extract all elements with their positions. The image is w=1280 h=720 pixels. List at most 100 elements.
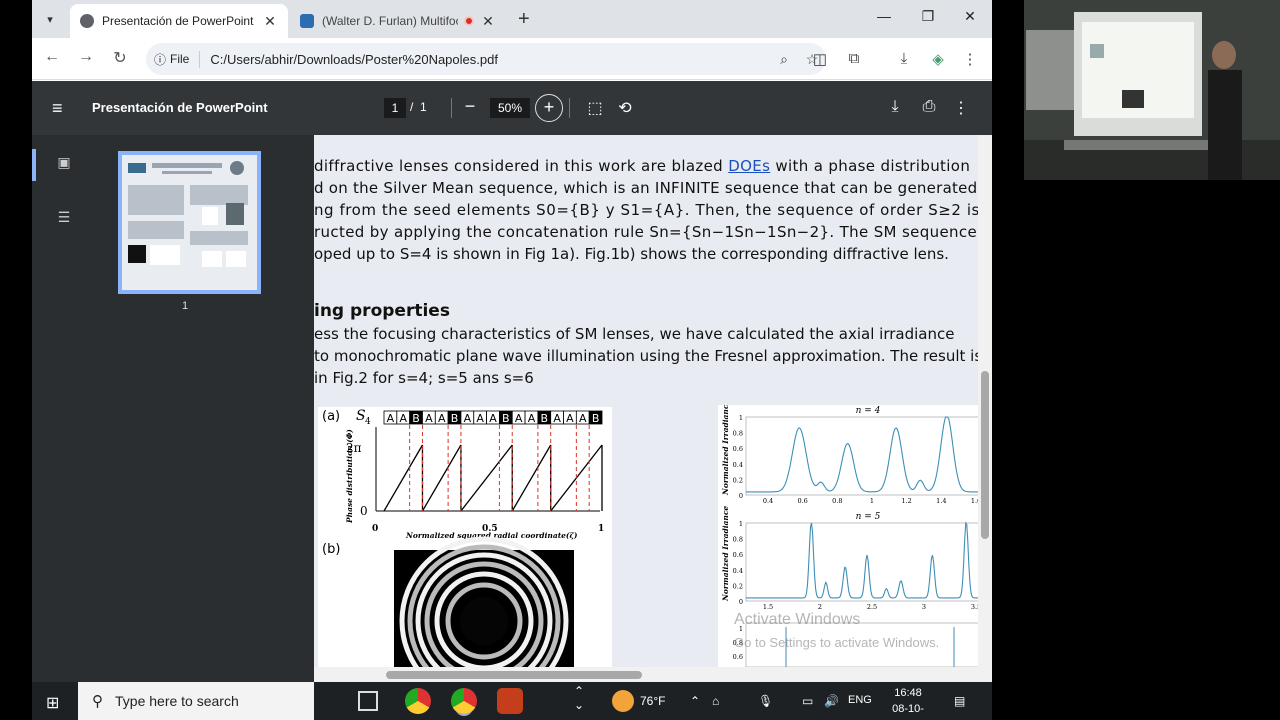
body-line: ng from the seed elements S0={B} y S1={A… [314, 201, 980, 219]
language-indicator[interactable]: ENG [848, 694, 872, 706]
thumb-figure-block [150, 245, 180, 265]
hamburger-menu-icon[interactable]: ≡ [52, 98, 63, 119]
plot-n5-x-tick: 2 [818, 603, 822, 611]
reload-icon[interactable]: ↻ [108, 48, 132, 68]
tray-chevron-icon[interactable]: ⌃ [690, 694, 700, 708]
pdf-document-view[interactable]: diffractive lenses considered in this wo… [314, 135, 992, 667]
table [1064, 140, 1214, 150]
y-axis-label: Phase distribution (Φ) [345, 429, 354, 524]
menu-dots-icon[interactable]: ⋮ [958, 50, 982, 68]
browser-window: ▾ Presentación de PowerPoint ✕ (Walter D… [32, 0, 992, 682]
weather-temp[interactable]: 76°F [640, 694, 665, 708]
tray-microphone-icon[interactable]: 🎙 [758, 694, 773, 708]
search-icon: ⚲ [92, 693, 103, 710]
address-bar[interactable]: ⓘ File C:/Users/abhir/Downloads/Poster%2… [146, 43, 826, 75]
forward-icon[interactable]: → [74, 48, 98, 66]
chrome-icon[interactable] [405, 688, 431, 714]
sequence-cell-label: B [541, 412, 549, 425]
page-thumbnail[interactable] [118, 151, 261, 294]
close-window-icon[interactable]: ✕ [950, 8, 990, 25]
thumb-image-block [202, 207, 218, 225]
plot-n4-y-tick: 0 [739, 492, 743, 500]
tab-search-icon[interactable]: ▾ [38, 8, 62, 30]
plot-n4-y-label: Normalized Irradiance [721, 405, 730, 496]
plot-n4-frame [745, 416, 989, 496]
zoom-out-icon[interactable]: − [458, 96, 482, 117]
taskbar-search[interactable]: ⚲ Type here to search [78, 682, 314, 720]
plot-n4-y-tick: 0.2 [733, 476, 743, 484]
plot-n5-y-tick: 1 [739, 520, 743, 528]
rotate-icon[interactable]: ⟲ [614, 98, 636, 118]
sequence-cell-label: A [553, 412, 561, 425]
zoom-icon[interactable]: ⌕ [770, 51, 798, 68]
body-line: ructed by applying the concatenation rul… [314, 223, 978, 241]
thumb-header-block [128, 163, 146, 173]
camera-icon[interactable]: ◫ [808, 50, 832, 68]
powerpoint-icon[interactable] [497, 688, 523, 714]
tab-active[interactable]: Presentación de PowerPoint ✕ [70, 4, 288, 38]
body-line: in Fig.2 for s=4; s=5 ans s=6 [314, 369, 534, 387]
presenter-body [1208, 70, 1242, 180]
fit-page-icon[interactable]: ⬚ [584, 98, 606, 118]
pdf-title: Presentación de PowerPoint [92, 100, 268, 115]
vertical-scrollbar[interactable] [978, 135, 992, 667]
body-line: to monochromatic plane wave illumination… [314, 347, 983, 365]
clock-date: 08-10-2024 [892, 703, 924, 720]
page-count: / 1 [410, 100, 427, 114]
plot-n5-title: n = 5 [856, 512, 881, 522]
sequence-cell-label: A [425, 412, 433, 425]
activate-windows-title: Activate Windows [734, 611, 861, 628]
chrome-active-icon[interactable] [451, 688, 477, 714]
webcam-scene [1024, 0, 1280, 180]
extensions-icon[interactable]: ⧉ [842, 50, 866, 67]
sequence-cell-label: B [502, 412, 510, 425]
tray-volume-icon[interactable]: 🔊 [824, 694, 839, 708]
plot-n5-x-tick: 3 [922, 603, 926, 611]
clock[interactable]: 16:48 08-10-2024 [880, 685, 936, 720]
new-tab-icon[interactable]: + [518, 8, 530, 31]
site-info-chip[interactable]: ⓘ File [154, 50, 201, 68]
task-view-icon[interactable] [358, 691, 378, 711]
plot-n4-x-tick: 0.8 [832, 497, 842, 505]
tab-inactive[interactable]: (Walter D. Furlan) Multifocal ✕ [290, 4, 506, 38]
tray-display-icon[interactable]: ▭ [802, 694, 813, 708]
phase-ramp [511, 444, 552, 512]
sequence-cell-label: A [476, 412, 484, 425]
plot-n4-x-tick: 0.4 [763, 497, 773, 505]
more-options-icon[interactable]: ⋮ [950, 98, 972, 118]
tab-title: Presentación de PowerPoint [102, 14, 254, 28]
zoom-input[interactable]: 50% [490, 98, 530, 118]
windows-start-icon[interactable]: ⊞ [46, 693, 59, 713]
download-pdf-icon[interactable]: ⤓ [884, 98, 906, 116]
back-icon[interactable]: ← [40, 48, 64, 66]
sequence-cell-label: B [412, 412, 420, 425]
thumbnails-icon[interactable]: ▣ [54, 154, 74, 174]
sequence-cell-label: A [387, 412, 395, 425]
plot-n5-x-tick: 2.5 [867, 603, 877, 611]
tab-strip: ▾ Presentación de PowerPoint ✕ (Walter D… [32, 0, 992, 38]
profile-icon[interactable]: ◈ [926, 50, 950, 68]
vertical-scroll-thumb[interactable] [981, 371, 989, 539]
body-line: oped up to S=4 is shown in Fig 1a). Fig.… [314, 245, 949, 263]
sequence-cell-label: B [451, 412, 459, 425]
restore-icon[interactable]: ❐ [908, 8, 948, 25]
outline-icon[interactable]: ☰ [54, 209, 74, 229]
close-tab-icon[interactable]: ✕ [480, 13, 496, 30]
phase-ramp [421, 444, 462, 512]
horizontal-scroll-thumb[interactable] [386, 671, 642, 679]
windows-taskbar: ⊞ ⚲ Type here to search ⌃ ⌄ 76°F ⌃ ⌂ 🎙 ▭ … [32, 682, 992, 720]
site-favicon-icon [300, 14, 314, 28]
page-number-input[interactable]: 1 [384, 98, 406, 118]
download-icon[interactable]: ⤓ [892, 50, 916, 67]
divider [451, 98, 452, 118]
minimize-icon[interactable]: — [864, 8, 904, 24]
sequence-cells: AABAABAAABAABAAAB [383, 410, 603, 425]
print-icon[interactable]: ⎙ [918, 98, 940, 116]
does-link[interactable]: DOEs [728, 157, 770, 175]
show-hidden-icons[interactable]: ⌃ ⌄ [574, 684, 584, 712]
close-tab-icon[interactable]: ✕ [262, 13, 278, 30]
tray-network-icon[interactable]: ⌂ [712, 694, 719, 708]
zoom-in-icon[interactable]: + [535, 94, 563, 122]
notifications-icon[interactable]: ▤ [954, 694, 965, 708]
horizontal-scrollbar[interactable] [314, 667, 992, 682]
